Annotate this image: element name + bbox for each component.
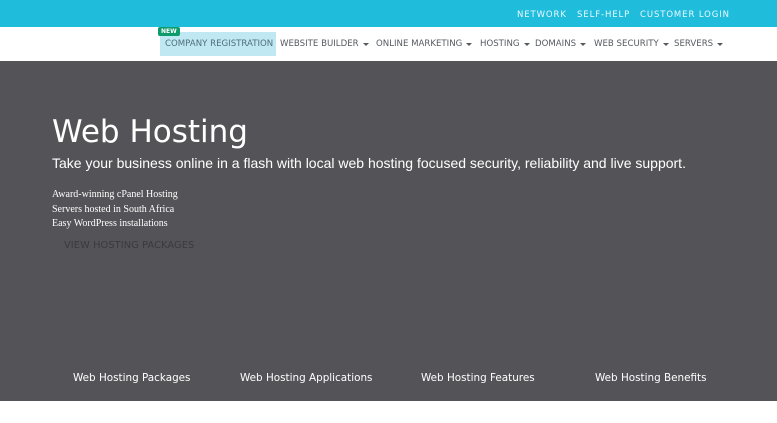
network-link[interactable]: NETWORK: [517, 10, 567, 20]
view-hosting-packages-button[interactable]: VIEW HOSTING PACKAGES: [64, 240, 194, 251]
nav-website-builder-label: WEBSITE BUILDER: [280, 39, 359, 49]
tab-web-hosting-features[interactable]: Web Hosting Features: [421, 372, 535, 384]
caret-down-icon: [362, 42, 369, 46]
caret-down-icon: [523, 42, 530, 46]
new-badge: NEW: [158, 27, 180, 36]
nav-hosting-label: HOSTING: [480, 39, 520, 49]
caret-down-icon: [717, 42, 724, 46]
hero-banner: Web Hosting Take your business online in…: [0, 61, 777, 401]
nav-servers-label: SERVERS: [674, 39, 714, 49]
feature-list: Award-winning cPanel Hosting Servers hos…: [52, 188, 178, 232]
tab-web-hosting-applications[interactable]: Web Hosting Applications: [240, 372, 372, 384]
feature-item: Award-winning cPanel Hosting: [52, 189, 178, 200]
nav-web-security[interactable]: WEB SECURITY: [594, 27, 669, 61]
nav-servers[interactable]: SERVERS: [674, 27, 724, 61]
nav-website-builder[interactable]: WEBSITE BUILDER: [280, 27, 369, 61]
nav-online-marketing-label: ONLINE MARKETING: [376, 39, 463, 49]
tab-web-hosting-packages[interactable]: Web Hosting Packages: [73, 372, 190, 384]
feature-item: Easy WordPress installations: [52, 218, 168, 230]
customer-login-link[interactable]: CUSTOMER LOGIN: [640, 10, 730, 20]
main-navigation: COMPANY REGISTRATION WEBSITE BUILDER ONL…: [0, 27, 777, 61]
nav-domains-label: DOMAINS: [535, 39, 577, 49]
nav-hosting[interactable]: HOSTING: [480, 27, 530, 61]
caret-down-icon: [466, 42, 473, 46]
nav-online-marketing[interactable]: ONLINE MARKETING: [376, 27, 473, 61]
caret-down-icon: [662, 42, 669, 46]
hero-subtitle: Take your business online in a flash wit…: [52, 155, 686, 171]
feature-item: Servers hosted in South Africa: [52, 203, 175, 215]
top-utility-bar: NETWORK SELF-HELP CUSTOMER LOGIN: [0, 0, 777, 27]
nav-domains[interactable]: DOMAINS: [535, 27, 587, 61]
self-help-link[interactable]: SELF-HELP: [577, 10, 630, 20]
caret-down-icon: [580, 42, 587, 46]
nav-company-registration-label: COMPANY REGISTRATION: [165, 39, 274, 49]
tab-web-hosting-benefits[interactable]: Web Hosting Benefits: [595, 372, 707, 384]
nav-web-security-label: WEB SECURITY: [594, 39, 659, 49]
page-title: Web Hosting: [52, 114, 248, 150]
